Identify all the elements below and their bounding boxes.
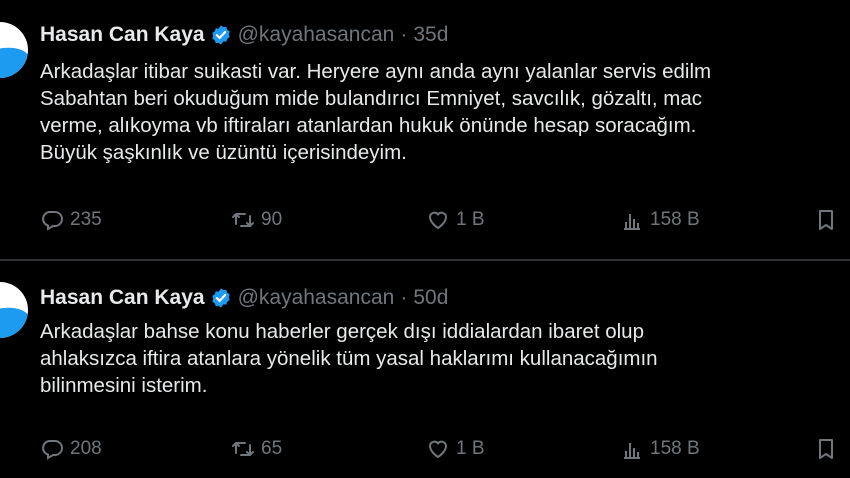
views-button[interactable]: 158 B bbox=[620, 208, 700, 232]
tweet-time[interactable]: 50d bbox=[413, 286, 448, 310]
retweet-count: 90 bbox=[261, 209, 283, 230]
retweet-button[interactable]: 65 bbox=[231, 437, 282, 461]
tweet-text-line: ahlaksızca iftira atanlara yönelik tüm y… bbox=[40, 347, 658, 370]
bookmark-icon bbox=[819, 210, 833, 230]
views-icon bbox=[624, 443, 640, 459]
tweet-text-line: Büyük şaşkınlık ve üzüntü içerisindeyim. bbox=[40, 141, 407, 164]
views-count: 158 B bbox=[650, 209, 700, 230]
reply-icon bbox=[42, 211, 63, 231]
views-count: 158 B bbox=[650, 438, 700, 459]
views-icon bbox=[624, 214, 640, 230]
reply-button[interactable]: 208 bbox=[40, 437, 102, 461]
tweet-text: Arkadaşlar bahse konu haberler gerçek dı… bbox=[40, 318, 850, 399]
author-name[interactable]: Hasan Can Kaya bbox=[40, 286, 205, 310]
tweet-time[interactable]: 35d bbox=[413, 23, 448, 47]
like-button[interactable]: 1 B bbox=[426, 208, 485, 232]
verified-badge-icon bbox=[211, 288, 230, 308]
retweet-icon bbox=[232, 213, 254, 227]
avatar[interactable] bbox=[0, 282, 28, 338]
like-icon bbox=[428, 211, 448, 230]
separator-dot: · bbox=[400, 286, 408, 309]
separator-dot: · bbox=[400, 23, 408, 46]
author-name[interactable]: Hasan Can Kaya bbox=[40, 23, 205, 47]
tweet-text: Arkadaşlar itibar suikasti var. Heryere … bbox=[40, 58, 850, 166]
tweet-actions: 208 65 1 B 158 B bbox=[0, 437, 850, 467]
author-handle[interactable]: @kayahasancan bbox=[238, 23, 395, 47]
tweet-text-line: verme, alıkoyma vb iftiraları atanlardan… bbox=[40, 114, 697, 137]
reply-count: 235 bbox=[70, 209, 102, 230]
retweet-icon bbox=[232, 442, 254, 456]
like-button[interactable]: 1 B bbox=[426, 437, 485, 461]
views-button[interactable]: 158 B bbox=[620, 437, 700, 461]
tweet[interactable]: Hasan Can Kaya @kayahasancan · 50d Arkad… bbox=[0, 261, 850, 478]
bookmark-button[interactable] bbox=[814, 208, 844, 232]
author-handle[interactable]: @kayahasancan bbox=[238, 286, 395, 310]
avatar[interactable] bbox=[0, 22, 28, 78]
bookmark-button[interactable] bbox=[814, 437, 844, 461]
like-count: 1 B bbox=[456, 438, 485, 459]
tweet-header: Hasan Can Kaya @kayahasancan · 50d bbox=[40, 285, 448, 311]
tweet-text-line: Sabahtan beri okuduğum mide bulandırıcı … bbox=[40, 87, 703, 110]
reply-button[interactable]: 235 bbox=[40, 208, 102, 232]
reply-count: 208 bbox=[70, 438, 102, 459]
verified-badge-icon bbox=[211, 25, 230, 45]
like-count: 1 B bbox=[456, 209, 485, 230]
tweet-text-line: bilinmesini isterim. bbox=[40, 374, 208, 397]
tweet-header: Hasan Can Kaya @kayahasancan · 35d bbox=[40, 22, 448, 48]
bookmark-icon bbox=[819, 439, 833, 459]
reply-icon bbox=[42, 440, 63, 460]
tweet-text-line: Arkadaşlar itibar suikasti var. Heryere … bbox=[40, 60, 712, 83]
like-icon bbox=[428, 440, 448, 459]
retweet-button[interactable]: 90 bbox=[231, 208, 282, 232]
tweet-text-line: Arkadaşlar bahse konu haberler gerçek dı… bbox=[40, 320, 644, 343]
tweet-actions: 235 90 1 B 158 B bbox=[0, 208, 850, 238]
retweet-count: 65 bbox=[261, 438, 283, 459]
tweet[interactable]: Hasan Can Kaya @kayahasancan · 35d Arkad… bbox=[0, 0, 850, 259]
